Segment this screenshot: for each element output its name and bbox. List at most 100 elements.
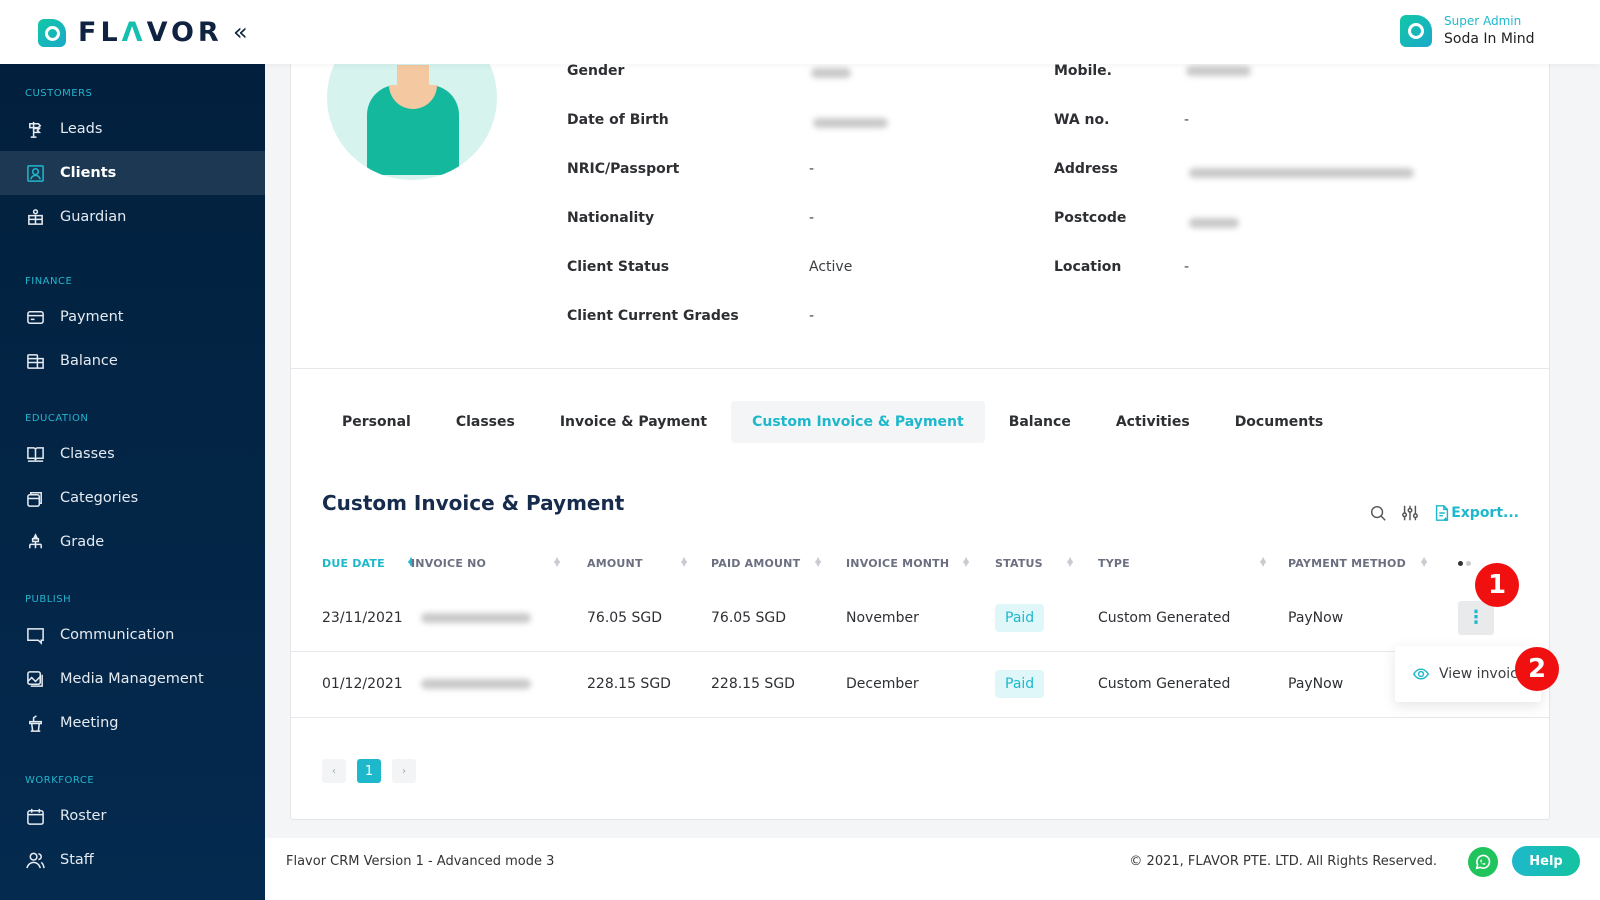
section-title: Custom Invoice & Payment	[322, 491, 625, 515]
sidebar-item-meeting[interactable]: Meeting	[0, 701, 265, 745]
wa-value: -	[1184, 112, 1190, 128]
sidebar-item-label: Staff	[60, 852, 94, 868]
tab-activities[interactable]: Activities	[1095, 401, 1211, 443]
sidebar-item-label: Clients	[60, 165, 117, 181]
sidebar-item-grade[interactable]: Grade	[0, 520, 265, 564]
due-date-cell: 23/11/2021	[291, 585, 411, 652]
staff-icon	[25, 850, 45, 870]
sort-icon: ▲ ▼	[1421, 555, 1428, 568]
sort-icon: ▲ ▼	[554, 555, 561, 568]
sidebar-item-label: Categories	[60, 490, 139, 506]
invoice-no-cell[interactable]	[411, 585, 587, 652]
sidebar-item-roster[interactable]: Roster	[0, 794, 265, 838]
table-header-row: DUE DATE ▲ ▼ INVOICE NO ▲ ▼ AMOUNT ▲ ▼ PAID AM…	[291, 541, 1549, 585]
sidebar-item-label: Media Management	[60, 671, 204, 687]
export-button[interactable]: Export...	[1433, 504, 1519, 522]
sidebar-item-label: Meeting	[60, 715, 119, 731]
mobile-value	[1186, 63, 1251, 79]
brand-logo[interactable]: FLΛVOR	[38, 17, 223, 48]
tab-balance[interactable]: Balance	[988, 401, 1092, 443]
search-icon[interactable]	[1369, 504, 1387, 522]
tab-custom-invoice-payment[interactable]: Custom Invoice & Payment	[731, 401, 985, 443]
table-row: 23/11/2021 76.05 SGD 76.05 SGD November …	[291, 585, 1549, 652]
footer: Flavor CRM Version 1 - Advanced mode 3 ©…	[265, 838, 1600, 900]
sidebar-section-workforce: WORKFORCE	[25, 775, 95, 786]
next-page-button[interactable]: ›	[392, 759, 416, 783]
sidebar-item-guardian[interactable]: Guardian	[0, 195, 265, 239]
address-label: Address	[1054, 161, 1118, 177]
wa-label: WA no.	[1054, 112, 1110, 128]
whatsapp-button[interactable]	[1468, 847, 1498, 877]
paid-amount-cell: 228.15 SGD	[711, 651, 846, 718]
prev-page-button[interactable]: ‹	[322, 759, 346, 783]
tab-classes[interactable]: Classes	[435, 401, 536, 443]
filter-sliders-icon[interactable]	[1401, 504, 1419, 522]
sidebar-item-label: Balance	[60, 353, 118, 369]
stack-icon	[25, 488, 45, 508]
address-value	[1189, 165, 1414, 181]
col-invoice-month[interactable]: INVOICE MONTH ▲ ▼	[846, 541, 995, 585]
sort-icon: ▲ ▼	[1067, 555, 1074, 568]
sidebar-item-balance[interactable]: Balance	[0, 339, 265, 383]
step-marker-1: 1	[1475, 563, 1519, 607]
invoice-month-cell: December	[846, 651, 995, 718]
view-invoice-menu-item[interactable]: View invoice	[1439, 666, 1527, 682]
table-toolbar: Export...	[1355, 504, 1519, 522]
paid-amount-cell: 76.05 SGD	[711, 585, 846, 652]
top-bar: FLΛVOR « Super Admin Soda In Mind	[0, 0, 1600, 64]
export-file-icon	[1436, 505, 1449, 522]
col-payment-method[interactable]: PAYMENT METHOD ▲ ▼	[1288, 541, 1458, 585]
nric-label: NRIC/Passport	[567, 161, 680, 177]
sidebar-item-label: Leads	[60, 121, 103, 137]
guardian-icon	[25, 207, 45, 227]
invoice-table: DUE DATE ▲ ▼ INVOICE NO ▲ ▼ AMOUNT ▲ ▼ PAID AM…	[291, 541, 1549, 718]
tab-personal[interactable]: Personal	[321, 401, 432, 443]
grades-value: -	[809, 308, 815, 324]
copyright-text: © 2021, FLAVOR PTE. LTD. All Rights Rese…	[1129, 854, 1437, 869]
invoice-no-cell[interactable]	[411, 651, 587, 718]
sidebar-item-staff[interactable]: Staff	[0, 838, 265, 882]
signpost-icon	[25, 119, 45, 139]
amount-cell: 228.15 SGD	[587, 651, 711, 718]
whatsapp-icon	[1475, 854, 1491, 870]
col-status[interactable]: STATUS ▲ ▼	[995, 541, 1098, 585]
col-amount[interactable]: AMOUNT ▲ ▼	[587, 541, 711, 585]
step-marker-2: 2	[1515, 647, 1559, 691]
col-due-date[interactable]: DUE DATE ▲ ▼	[291, 541, 414, 585]
help-button[interactable]: Help	[1512, 846, 1580, 876]
sidebar-item-classes[interactable]: Classes	[0, 432, 265, 476]
sort-icon: ▲ ▼	[815, 555, 822, 568]
user-profile[interactable]: Super Admin Soda In Mind	[1400, 14, 1600, 47]
user-square-icon	[25, 163, 45, 183]
location-label: Location	[1054, 259, 1122, 275]
page-1-button[interactable]: 1	[357, 759, 381, 783]
sort-icon: ▲ ▼	[681, 555, 688, 568]
dob-label: Date of Birth	[567, 112, 669, 128]
collapse-sidebar-icon[interactable]: «	[233, 18, 248, 46]
tab-invoice-payment[interactable]: Invoice & Payment	[539, 401, 728, 443]
mobile-label: Mobile.	[1054, 63, 1112, 79]
col-type[interactable]: TYPE ▲ ▼	[1098, 541, 1288, 585]
sidebar-item-communication[interactable]: Communication	[0, 613, 265, 657]
user-role: Super Admin	[1444, 14, 1522, 28]
col-paid-amount[interactable]: PAID AMOUNT ▲ ▼	[711, 541, 846, 585]
type-cell: Custom Generated	[1098, 651, 1288, 718]
book-icon	[25, 444, 45, 464]
more-actions-button[interactable]: ⋮	[1458, 600, 1494, 635]
section-divider	[291, 368, 1549, 369]
gender-value	[811, 65, 851, 81]
sidebar-item-label: Guardian	[60, 209, 127, 225]
sidebar-item-categories[interactable]: Categories	[0, 476, 265, 520]
sidebar-item-leads[interactable]: Leads	[0, 107, 265, 151]
gender-label: Gender	[567, 63, 625, 79]
col-invoice-no[interactable]: INVOICE NO ▲ ▼	[411, 541, 587, 585]
sidebar-item-clients[interactable]: Clients	[0, 151, 265, 195]
sidebar-item-media-management[interactable]: Media Management	[0, 657, 265, 701]
status-cell: Paid	[995, 651, 1098, 718]
sidebar-item-label: Grade	[60, 534, 105, 550]
coins-icon	[25, 351, 45, 371]
due-date-cell: 01/12/2021	[291, 651, 411, 718]
tab-documents[interactable]: Documents	[1214, 401, 1345, 443]
nationality-value: -	[809, 210, 815, 226]
sidebar-item-payment[interactable]: Payment	[0, 295, 265, 339]
